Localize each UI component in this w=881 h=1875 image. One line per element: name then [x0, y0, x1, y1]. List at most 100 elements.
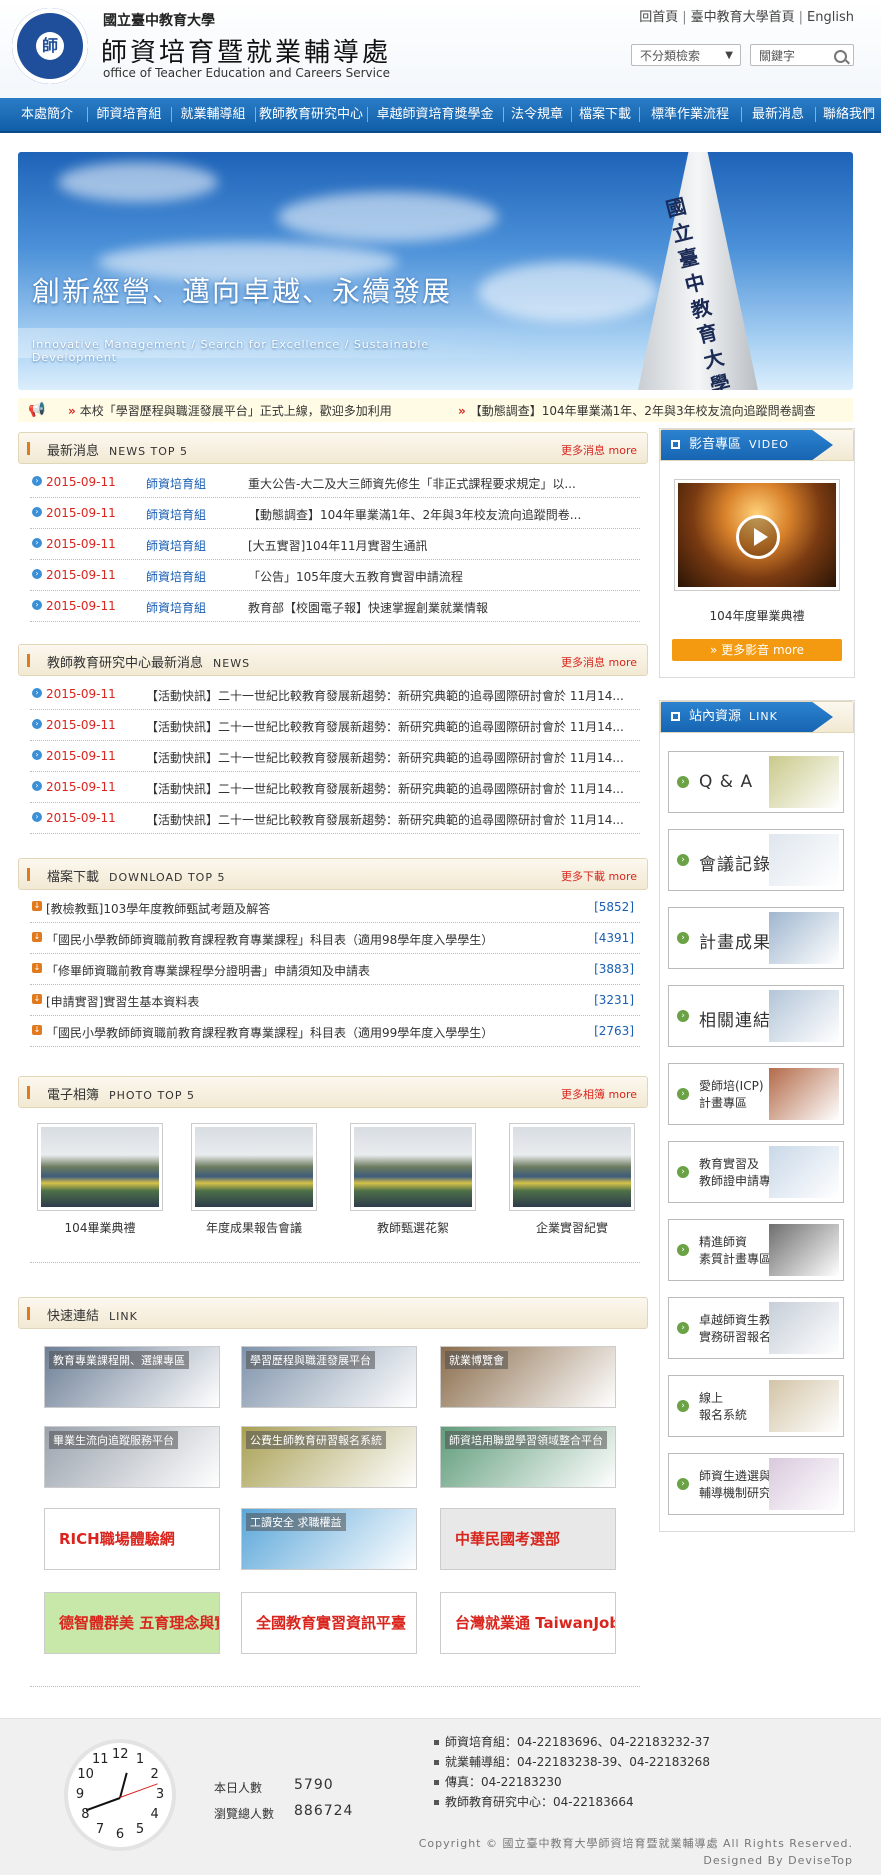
resource-link[interactable]: › 卓越師資生教學 實務研習報名系統: [668, 1297, 844, 1359]
news-group[interactable]: 師資培育組: [146, 475, 206, 492]
news-group[interactable]: 師資培育組: [146, 537, 206, 554]
nav-item[interactable]: 最新消息: [742, 98, 814, 131]
download-row[interactable]: ↓ [申請實習]實習生基本資料表 [3231]: [30, 985, 640, 1016]
quick-link-banner[interactable]: RICH職場體驗網: [44, 1508, 220, 1570]
nav-item[interactable]: 法令規章: [504, 98, 570, 131]
news-group[interactable]: 師資培育組: [146, 568, 206, 585]
nav-item[interactable]: 本處簡介: [8, 98, 86, 131]
download-title-link[interactable]: [教檢教甄]103學年度教師甄試考題及解答: [46, 900, 566, 917]
news-row[interactable]: › 2015-09-11 師資培育組 「公告」105年度大五教育實習申請流程: [30, 560, 640, 591]
news-group[interactable]: 師資培育組: [146, 506, 206, 523]
more-download-link[interactable]: 更多下載 more: [561, 868, 637, 884]
quick-link-banner[interactable]: 畢業生流向追蹤服務平台: [44, 1426, 220, 1488]
photo-thumbnail[interactable]: [37, 1123, 163, 1211]
photo-album[interactable]: 企業實習紀實: [509, 1123, 635, 1236]
download-row[interactable]: ↓ 「國民小學教師師資職前教育課程教育專業課程」科目表（適用98學年度入學學生） […: [30, 923, 640, 954]
news-title-link[interactable]: [大五實習]104年11月實習生通訊: [248, 537, 628, 554]
quick-link-banner[interactable]: 公費生師教育研習報名系統: [241, 1426, 417, 1488]
research-row[interactable]: › 2015-09-11 【活動快訊】二十一世紀比較教育發展新趨勢：新研究典範的追尋…: [30, 710, 640, 741]
research-row[interactable]: › 2015-09-11 【活動快訊】二十一世紀比較教育發展新趨勢：新研究典範的追尋…: [30, 679, 640, 710]
quick-link-banner[interactable]: 全國教育實習資訊平臺: [241, 1592, 417, 1654]
nav-item[interactable]: 聯絡我們: [816, 98, 881, 131]
photo-thumbnail[interactable]: [509, 1123, 635, 1211]
news-row[interactable]: › 2015-09-11 師資培育組 [大五實習]104年11月實習生通訊: [30, 529, 640, 560]
nav-item[interactable]: 就業輔導組: [172, 98, 254, 131]
quick-link-banner[interactable]: 教育專業課程開、選課專區: [44, 1346, 220, 1408]
home-link[interactable]: 回首頁: [639, 10, 678, 25]
research-title-link[interactable]: 【活動快訊】二十一世紀比較教育發展新趨勢：新研究典範的追尋國際研討會於 11月1…: [146, 811, 636, 828]
research-row[interactable]: › 2015-09-11 【活動快訊】二十一世紀比較教育發展新趨勢：新研究典範的追尋…: [30, 772, 640, 803]
resource-link[interactable]: › 相關連結: [668, 985, 844, 1047]
download-title-link[interactable]: 「國民小學教師師資職前教育課程教育專業課程」科目表（適用98學年度入學學生）: [46, 931, 566, 948]
double-arrow-icon: »: [709, 643, 722, 657]
english-link[interactable]: English: [807, 10, 854, 25]
download-title-link[interactable]: [申請實習]實習生基本資料表: [46, 993, 566, 1010]
news-title-link[interactable]: 重大公告-大二及大三師資先修生「非正式課程要求規定」以...: [248, 475, 628, 492]
photo-thumbnail[interactable]: [350, 1123, 476, 1211]
university-home-link[interactable]: 臺中教育大學首頁: [691, 10, 795, 25]
banner-slogan-en: Innovative Management / Search for Excel…: [32, 338, 430, 364]
nav-item[interactable]: 檔案下載: [572, 98, 638, 131]
nav-item[interactable]: 標準作業流程: [640, 98, 740, 131]
research-title-link[interactable]: 【活動快訊】二十一世紀比較教育發展新趨勢：新研究典範的追尋國際研討會於 11月1…: [146, 780, 636, 797]
search-input[interactable]: 關鍵字: [750, 44, 854, 66]
ticker-item[interactable]: » 本校「學習歷程與職涯發展平台」正式上線，歡迎多加利用: [68, 402, 392, 419]
resource-link[interactable]: › 精進師資 素質計畫專區: [668, 1219, 844, 1281]
news-title-link[interactable]: 【動態調查】104年畢業滿1年、2年與3年校友流向追蹤問卷...: [248, 506, 628, 523]
video-caption[interactable]: 104年度畢業典禮: [668, 607, 846, 624]
resource-link[interactable]: › 會議記錄: [668, 829, 844, 891]
download-row[interactable]: ↓ 「國民小學教師師資職前教育課程教育專業課程」科目表（適用99學年度入學學生） […: [30, 1016, 640, 1047]
photo-caption[interactable]: 教師甄選花絮: [350, 1219, 476, 1236]
news-row[interactable]: › 2015-09-11 師資培育組 【動態調查】104年畢業滿1年、2年與3年校友流…: [30, 498, 640, 529]
photo-album[interactable]: 教師甄選花絮: [350, 1123, 476, 1236]
nav-item[interactable]: 師資培育組: [88, 98, 170, 131]
resource-link[interactable]: › 計畫成果: [668, 907, 844, 969]
more-research-link[interactable]: 更多消息 more: [561, 654, 637, 670]
quick-link-banner[interactable]: 就業博覽會: [440, 1346, 616, 1408]
research-row[interactable]: › 2015-09-11 【活動快訊】二十一世紀比較教育發展新趨勢：新研究典範的追尋…: [30, 741, 640, 772]
nav-item[interactable]: 卓越師資培育獎學金: [368, 98, 502, 131]
more-video-button[interactable]: » 更多影音 more: [672, 639, 842, 661]
more-news-link[interactable]: 更多消息 more: [561, 442, 637, 458]
photo-caption[interactable]: 年度成果報告會議: [191, 1219, 317, 1236]
download-row[interactable]: ↓ 「修畢師資職前教育專業課程學分證明書」申請須知及申請表 [3883]: [30, 954, 640, 985]
research-title-link[interactable]: 【活動快訊】二十一世紀比較教育發展新趨勢：新研究典範的追尋國際研討會於 11月1…: [146, 749, 636, 766]
quick-link-banner[interactable]: 台灣就業通 TaiwanJobs: [440, 1592, 616, 1654]
resource-link[interactable]: › Q & A: [668, 751, 844, 813]
search-category-select[interactable]: 不分類檢索 ▼: [631, 44, 741, 66]
download-title-link[interactable]: 「國民小學教師師資職前教育課程教育專業課程」科目表（適用99學年度入學學生）: [46, 1024, 566, 1041]
resource-link[interactable]: › 師資生遴選與 輔導機制研究網站: [668, 1453, 844, 1515]
download-title-link[interactable]: 「修畢師資職前教育專業課程學分證明書」申請須知及申請表: [46, 962, 566, 979]
search-icon[interactable]: [834, 50, 847, 63]
quick-link-banner[interactable]: 中華民國考選部: [440, 1508, 616, 1570]
search-category-value: 不分類檢索: [640, 49, 701, 63]
research-title-link[interactable]: 【活動快訊】二十一世紀比較教育發展新趨勢：新研究典範的追尋國際研討會於 11月1…: [146, 687, 636, 704]
research-row[interactable]: › 2015-09-11 【活動快訊】二十一世紀比較教育發展新趨勢：新研究典範的追尋…: [30, 803, 640, 834]
ticker-item[interactable]: » 【動態調查】104年畢業滿1年、2年與3年校友流向追蹤問卷調查: [458, 402, 816, 419]
quick-link-banner[interactable]: 學習歷程與職涯發展平台: [241, 1346, 417, 1408]
news-title-link[interactable]: 教育部【校園電子報】快速掌握創業就業情報: [248, 599, 628, 616]
photo-album[interactable]: 104畢業典禮: [37, 1123, 163, 1236]
nav-item[interactable]: 教師教育研究中心: [256, 98, 366, 131]
play-icon[interactable]: [736, 515, 780, 559]
resource-link[interactable]: › 愛師培(ICP) 計畫專區: [668, 1063, 844, 1125]
video-thumbnail[interactable]: [674, 479, 840, 591]
photo-thumbnail[interactable]: [191, 1123, 317, 1211]
research-title-link[interactable]: 【活動快訊】二十一世紀比較教育發展新趨勢：新研究典範的追尋國際研討會於 11月1…: [146, 718, 636, 735]
news-group[interactable]: 師資培育組: [146, 599, 206, 616]
resource-link[interactable]: › 教育實習及 教師證申請專區: [668, 1141, 844, 1203]
chevron-down-icon: ▼: [725, 50, 733, 61]
university-logo[interactable]: 師: [12, 8, 88, 84]
photo-album[interactable]: 年度成果報告會議: [191, 1123, 317, 1236]
resource-link[interactable]: › 線上 報名系統: [668, 1375, 844, 1437]
photo-caption[interactable]: 104畢業典禮: [37, 1219, 163, 1236]
quick-link-banner[interactable]: 工讀安全 求職權益: [241, 1508, 417, 1570]
quick-link-banner[interactable]: 德智體群美 五育理念與實踐: [44, 1592, 220, 1654]
photo-caption[interactable]: 企業實習紀實: [509, 1219, 635, 1236]
more-photos-link[interactable]: 更多相簿 more: [561, 1086, 637, 1102]
news-row[interactable]: › 2015-09-11 師資培育組 教育部【校園電子報】快速掌握創業就業情報: [30, 591, 640, 622]
news-row[interactable]: › 2015-09-11 師資培育組 重大公告-大二及大三師資先修生「非正式課程要求規…: [30, 467, 640, 498]
news-title-link[interactable]: 「公告」105年度大五教育實習申請流程: [248, 568, 628, 585]
download-row[interactable]: ↓ [教檢教甄]103學年度教師甄試考題及解答 [5852]: [30, 892, 640, 923]
quick-link-banner[interactable]: 師資培用聯盟學習領域整合平台: [440, 1426, 616, 1488]
